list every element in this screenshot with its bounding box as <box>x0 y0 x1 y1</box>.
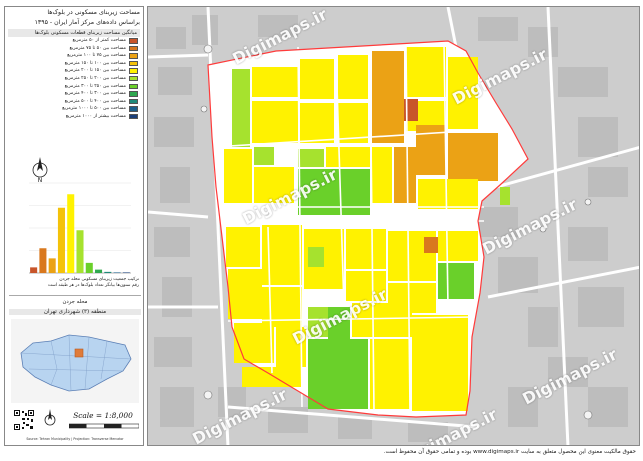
legend-label: مساحت بین ۵۰۰ تا ۱۰۰۰ مترمربع <box>62 106 126 112</box>
chart-bar <box>30 267 38 273</box>
legend-label: مساحت کمتر از ۵۰ مترمربع <box>72 38 126 43</box>
chart-bar <box>95 269 103 273</box>
legend-swatch <box>129 75 138 82</box>
selected-district-marker <box>74 348 84 358</box>
legend-label: مساحت بین ۱۵۰ تا ۲۰۰ مترمربع <box>64 68 126 74</box>
chart-bar <box>76 230 84 273</box>
chart-bar <box>85 262 93 273</box>
source-note: Source: Tehran Municipality | Projection… <box>26 437 124 441</box>
legend-item: مساحت بین ۵۰۰ تا ۱۰۰۰ مترمربع <box>8 105 140 113</box>
chart-bar <box>122 272 130 273</box>
qr-code-icon <box>13 409 35 431</box>
legend-swatch <box>129 68 138 74</box>
legend-swatch <box>129 60 138 67</box>
panel-title: مساحت زیربنای مسکونی در بلوک‌ها <box>47 9 140 16</box>
legend-label: مساحت بین ۷۵ تا ۱۰۰ مترمربع <box>67 53 126 59</box>
scale-bar <box>69 423 139 429</box>
chart-bar <box>39 248 47 273</box>
legend-swatch <box>129 91 138 97</box>
legend-swatch <box>129 113 138 120</box>
scale-label: Scale = 1:8,000 <box>73 411 133 420</box>
legend-item: مساحت بین ۱۵۰ تا ۲۰۰ مترمربع <box>8 67 140 75</box>
legend-item: مساحت کمتر از ۵۰ مترمربع <box>8 37 140 45</box>
chart-caption: ترکیب جمعیت زیربنای مسکونی محله جردن رقم… <box>9 277 139 289</box>
legend-label: مساحت بین ۴۰۰ تا ۵۰۰ مترمربع <box>64 98 126 104</box>
chart-bar <box>67 194 75 273</box>
tehran-inset-map <box>11 319 139 403</box>
chart-bar <box>48 258 56 273</box>
legend-swatch <box>129 98 138 105</box>
district-title: محله جردن <box>9 295 141 306</box>
legend-item: مساحت بین ۵۰ تا ۷۵ مترمربع <box>8 45 140 53</box>
legend-label: مساحت بین ۲۰۰ تا ۲۵۰ مترمربع <box>64 75 126 81</box>
legend-label: مساحت بین ۲۵۰ تا ۳۰۰ مترمربع <box>64 83 126 89</box>
legend-list: مساحت کمتر از ۵۰ مترمربع مساحت بین ۵۰ تا … <box>5 37 143 121</box>
legend-swatch <box>129 53 138 59</box>
north-arrow-small-icon <box>44 409 56 426</box>
legend-swatch <box>129 38 138 44</box>
area-distribution-chart <box>29 182 131 274</box>
legend-item: مساحت بین ۷۵ تا ۱۰۰ مترمربع <box>8 52 140 60</box>
legend-item: مساحت بین ۲۰۰ تا ۲۵۰ مترمربع <box>8 75 140 83</box>
map-frame[interactable]: Digimaps.ir Digimaps.ir Digimaps.ir Digimap… <box>147 6 640 446</box>
legend-panel: مساحت زیربنای مسکونی در بلوک‌ها براساس د… <box>4 6 144 446</box>
legend-header: میانگین مساحت زیربنای قطعات مسکونی بلوک‌… <box>8 29 140 37</box>
legend-item: مساحت بین ۴۰۰ تا ۵۰۰ مترمربع <box>8 98 140 106</box>
legend-item: مساحت بیشتر از ۱۰۰۰ مترمربع <box>8 113 140 121</box>
legend-item: مساحت بین ۱۰۰ تا ۱۵۰ مترمربع <box>8 60 140 68</box>
panel-subtitle: براساس داده‌های مرکز آمار ایران - ۱۳۹۵ <box>34 19 140 26</box>
copyright-note: حقوق مالکیت معنوی این محصول متعلق به سای… <box>383 449 636 455</box>
legend-swatch <box>129 106 138 112</box>
chart-bar <box>113 272 121 273</box>
legend-label: مساحت بین ۵۰ تا ۷۵ مترمربع <box>69 45 126 51</box>
legend-item: مساحت بین ۲۵۰ تا ۳۰۰ مترمربع <box>8 83 140 91</box>
legend-swatch <box>129 45 138 52</box>
legend-label: مساحت بین ۳۰۰ تا ۴۰۰ مترمربع <box>64 91 126 97</box>
chart-caption-line2: رقم ستون‌ها بیانگر تعداد بلوک‌ها در هر ط… <box>47 283 139 288</box>
legend-item: مساحت بین ۳۰۰ تا ۴۰۰ مترمربع <box>8 90 140 98</box>
legend-swatch <box>129 83 138 90</box>
chart-bar <box>57 207 65 273</box>
legend-label: مساحت بیشتر از ۱۰۰۰ مترمربع <box>65 113 126 119</box>
district-subtitle: منطقه (۳) شهرداری تهران <box>9 309 141 315</box>
chart-bar <box>104 271 112 273</box>
legend-label: مساحت بین ۱۰۰ تا ۱۵۰ مترمربع <box>64 60 126 66</box>
